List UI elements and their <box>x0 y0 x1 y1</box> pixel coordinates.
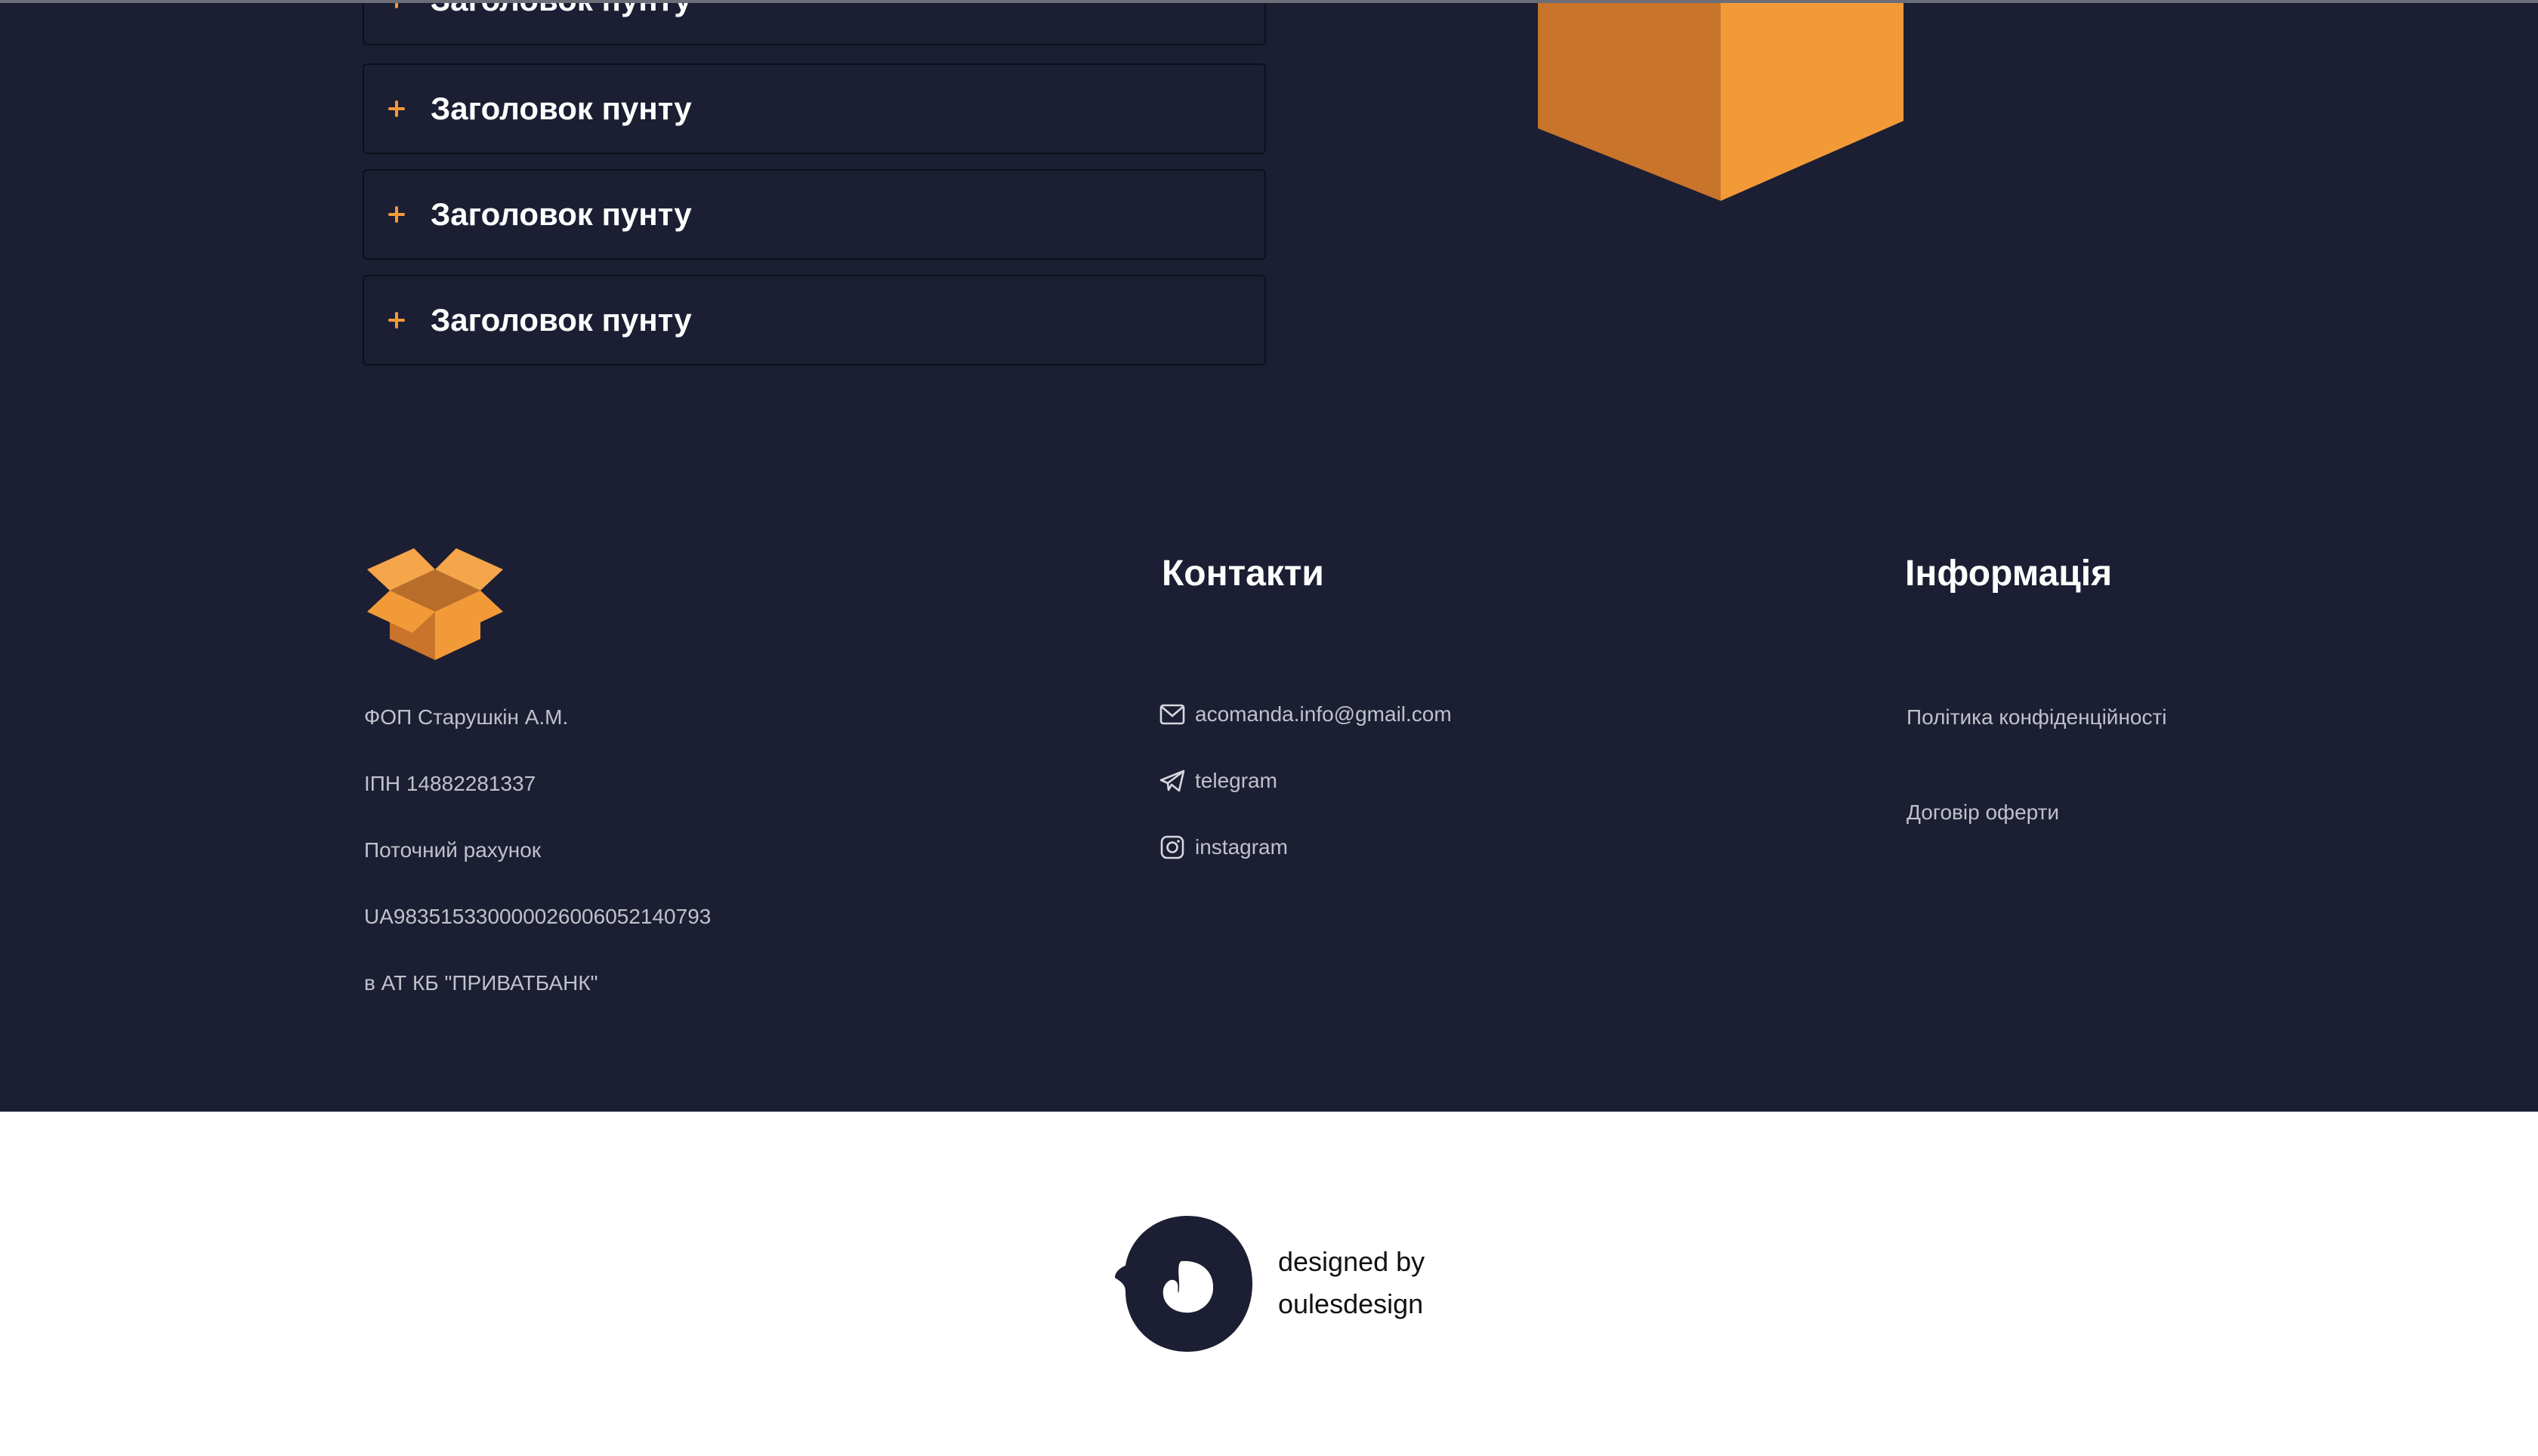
accordion-item-title: Заголовок пунту <box>431 3 692 18</box>
contact-email-label: acomanda.info@gmail.com <box>1195 702 1452 726</box>
box-illustration <box>1538 3 1904 201</box>
oulesdesign-logo-icon <box>1115 1216 1252 1352</box>
designer-credit[interactable]: designed by oulesdesign <box>1112 1211 1425 1355</box>
contact-email-link[interactable]: acomanda.info@gmail.com <box>1159 701 1452 728</box>
offer-agreement-link[interactable]: Договір оферти <box>1907 800 2059 825</box>
contacts-heading: Контакти <box>1162 554 1324 594</box>
company-name: ФОП Старушкін А.М. <box>364 705 569 729</box>
telegram-icon <box>1159 767 1186 794</box>
contact-telegram-link[interactable]: telegram <box>1159 767 1277 794</box>
company-bank: в АТ КБ "ПРИВАТБАНК" <box>364 971 598 995</box>
instagram-icon <box>1159 834 1186 861</box>
accordion-item-title: Заголовок пунту <box>431 302 692 338</box>
plus-icon <box>388 100 405 117</box>
accordion-item-title: Заголовок пунту <box>431 91 692 126</box>
open-box-icon <box>367 548 503 660</box>
accordion-item[interactable]: Заголовок пунту <box>363 63 1266 154</box>
accordion-item[interactable]: Заголовок пунту <box>363 169 1266 260</box>
credit-line-1: designed by <box>1278 1246 1425 1277</box>
accordion-item[interactable]: Заголовок пунту <box>363 275 1266 366</box>
accordion-item[interactable]: Заголовок пунту <box>363 3 1266 45</box>
mail-icon <box>1159 701 1186 728</box>
info-heading: Інформація <box>1905 554 2113 594</box>
contact-instagram-link[interactable]: instagram <box>1159 834 1288 861</box>
company-account-label: Поточний рахунок <box>364 838 542 862</box>
plus-icon <box>388 206 405 223</box>
contact-telegram-label: telegram <box>1195 769 1277 792</box>
contact-instagram-label: instagram <box>1195 835 1288 859</box>
privacy-policy-link[interactable]: Політика конфіденційності <box>1907 705 2167 730</box>
footer-section: Заголовок пунту Заголовок пунту Заголово… <box>0 3 2538 1112</box>
company-tax-id: ІПН 14882281337 <box>364 772 536 795</box>
plus-icon <box>388 3 405 8</box>
credit-line-2: oulesdesign <box>1278 1288 1424 1319</box>
company-iban: UA983515330000026006052140793 <box>364 905 712 928</box>
accordion-item-title: Заголовок пунту <box>431 196 692 232</box>
plus-icon <box>388 312 405 329</box>
